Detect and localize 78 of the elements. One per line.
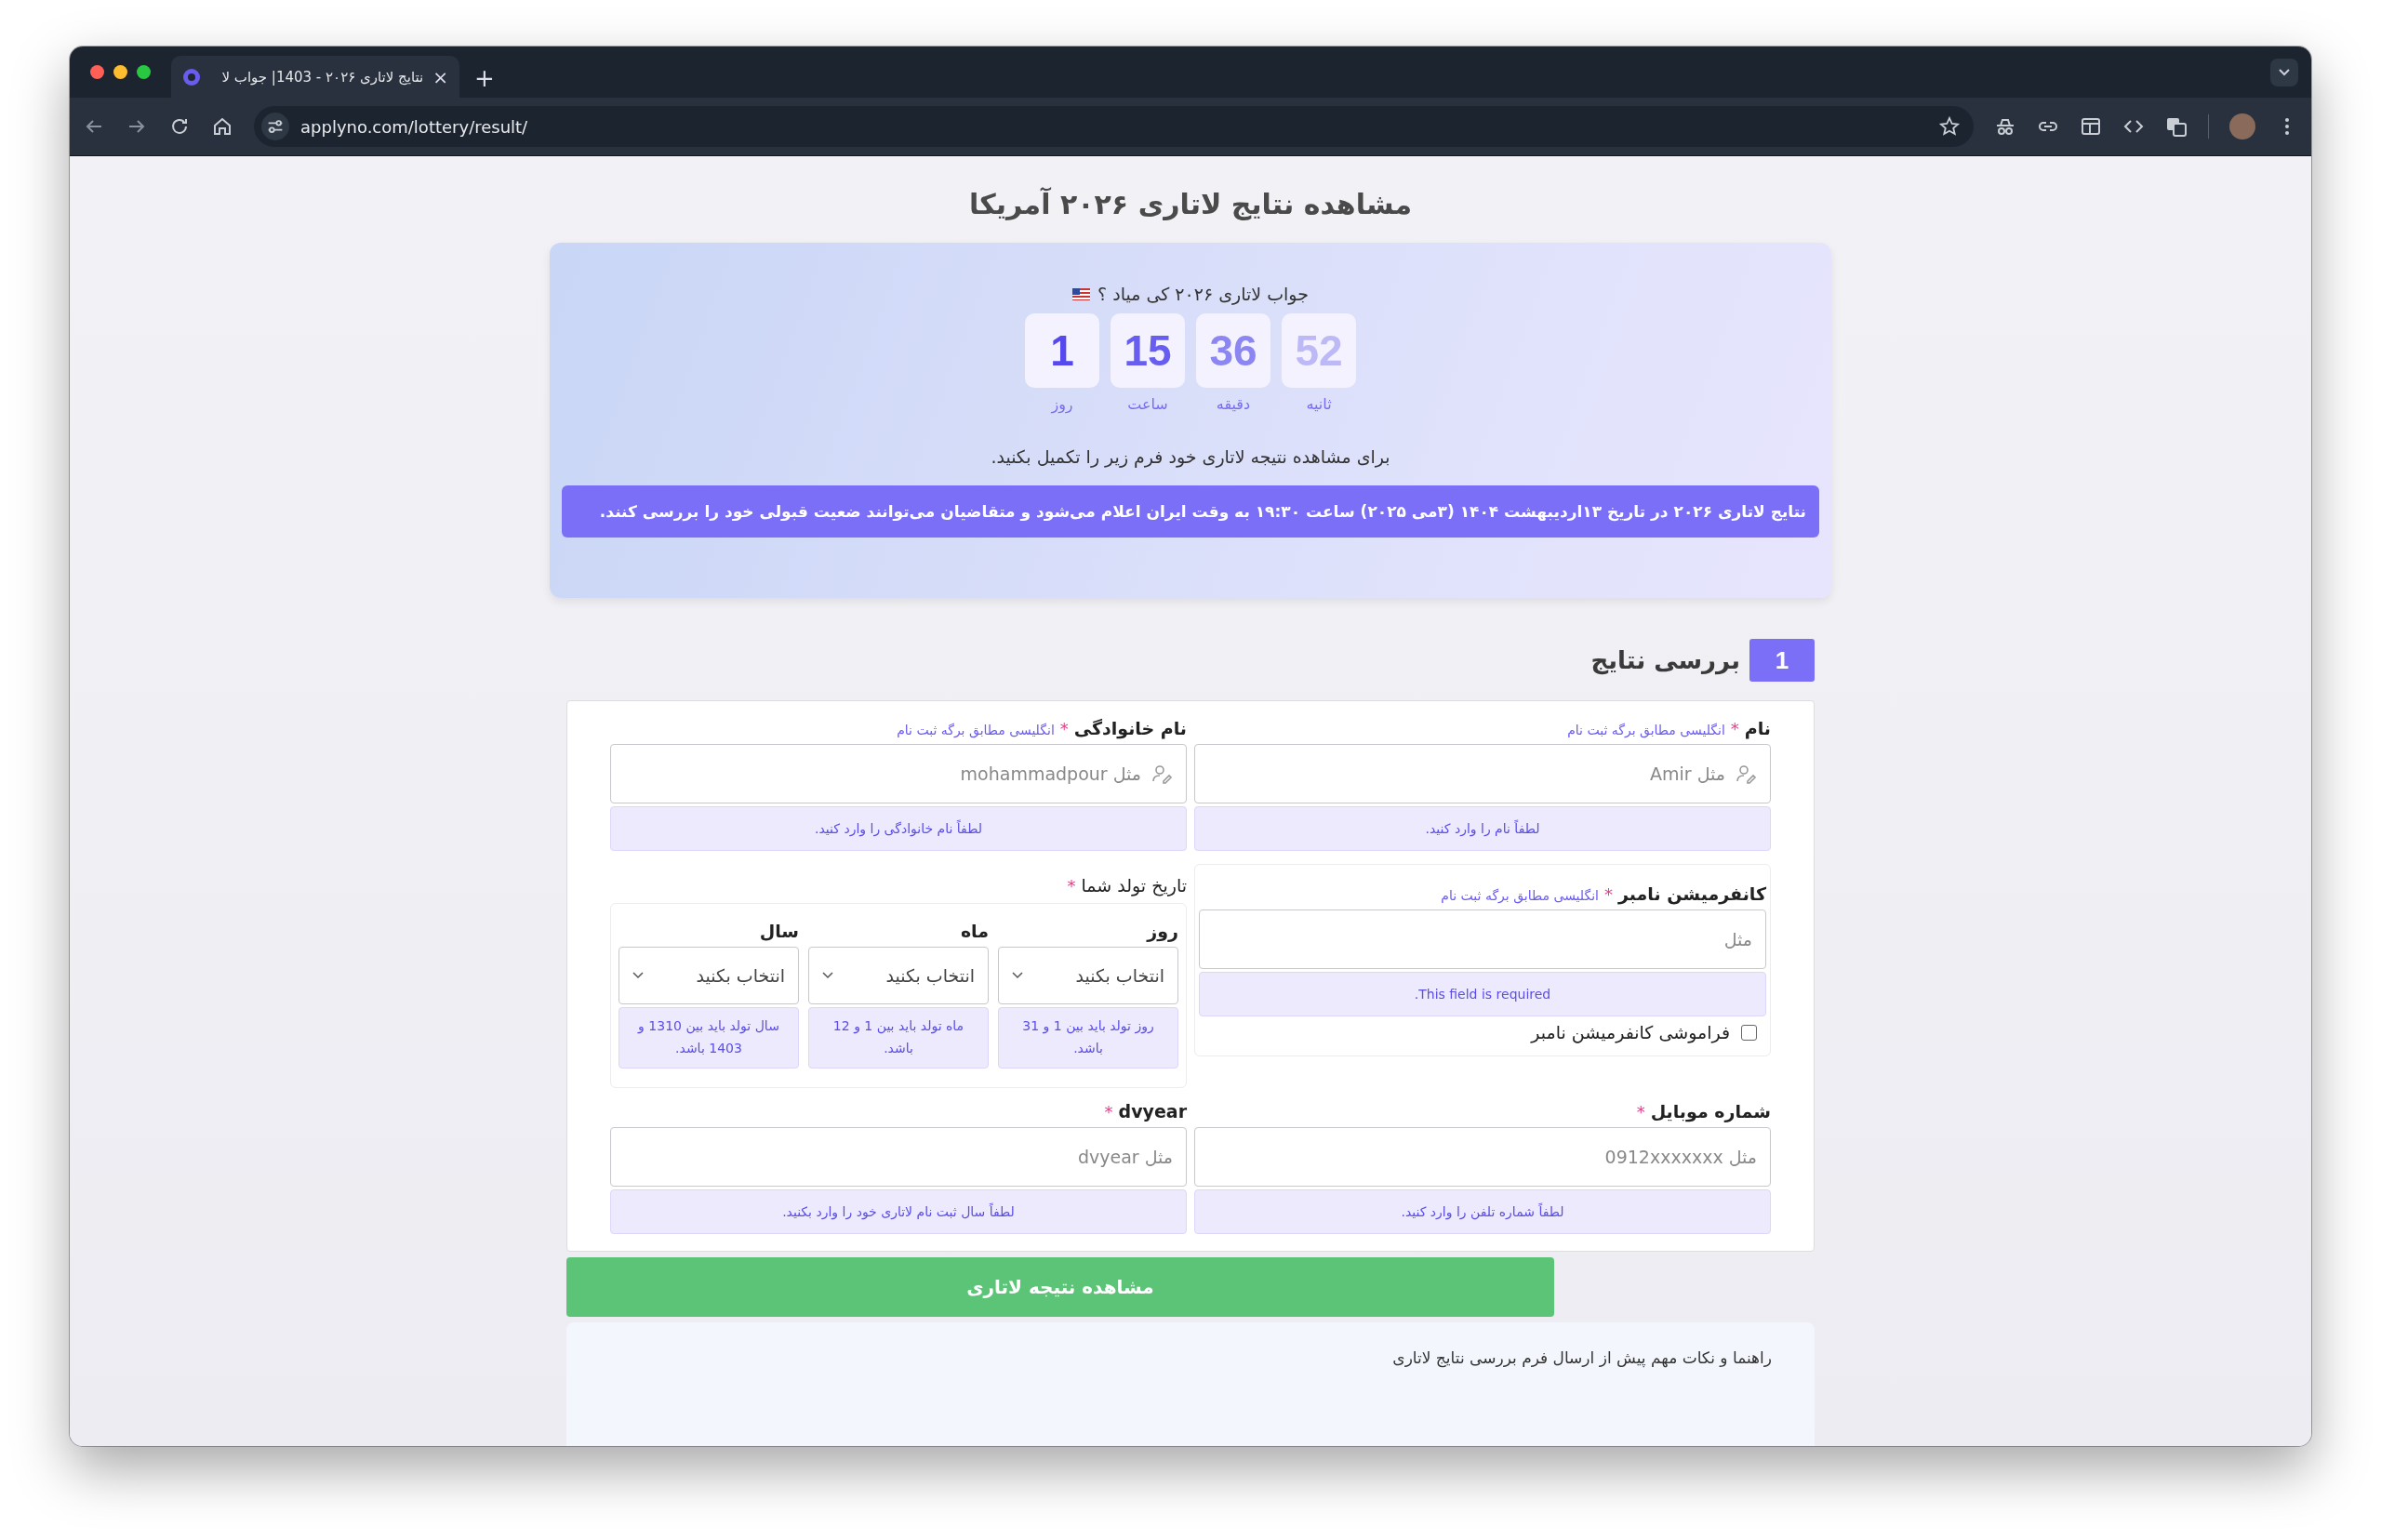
validation-message: لطفاً شماره تلفن را وارد کنید. [1194,1188,1771,1234]
home-icon[interactable] [211,115,233,138]
bookmark-star-icon[interactable] [1938,115,1961,138]
address-bar[interactable]: applyno.com/lottery/result/ [254,106,1974,147]
input-placeholder: مثل 0912xxxxxxx [1604,1146,1757,1167]
input-placeholder: مثل dvyear [1077,1146,1173,1167]
tab-search-button[interactable] [2270,58,2298,86]
field-label: روز [1145,921,1178,941]
user-edit-icon [1151,763,1173,785]
select-dropdown[interactable]: انتخاب بکنید [808,947,989,1004]
favicon-icon [182,67,201,86]
countdown-unit-label: ساعت [1127,395,1168,413]
user-edit-icon [1735,763,1757,785]
browser-tab[interactable]: نتایج لاتاری ۲۰۲۶ - 1403| جواب لا × [171,56,459,98]
validation-message: لطفاً سال ثبت نام لاتاری خود را وارد بکنید. [610,1188,1187,1234]
guide-title: راهنما و نکات مهم پیش از ارسال فرم بررسی نتایج لاتاری [1392,1348,1772,1367]
validation-message: This field is required. [1199,972,1766,1016]
validation-message: سال تولد باید بین 1310 و 1403 باشد. [619,1007,799,1069]
step-number: 1 [1749,639,1815,682]
tab-close-button[interactable]: × [432,67,448,86]
validation-message: روز تولد باید بین 1 و 31 باشد. [998,1007,1178,1069]
field-label: کانفرمیشن نامبر [1618,883,1766,904]
sidebar-icon[interactable] [2080,115,2102,138]
required-mark: * [1067,876,1076,896]
countdown-value: 15 [1111,313,1185,388]
text-input[interactable]: مثل Amir [1194,744,1771,803]
field-label: شماره موبایل [1650,1100,1771,1122]
section-title: بررسی نتایج [1590,646,1740,674]
countdown-unit-label: ثانیه [1306,395,1332,413]
close-window-button[interactable] [90,65,104,79]
text-input[interactable]: مثل mohammadpour [610,744,1187,803]
instruction-text: برای مشاهده نتیجه لاتاری خود فرم زیر را تکمیل بکنید. [991,446,1390,467]
select-dropdown[interactable]: انتخاب بکنید [619,947,799,1004]
field-hint: انگلیسی مطابق برگه ثبت نام [1441,888,1599,903]
countdown-unit-label: روز [1051,395,1073,413]
new-tab-button[interactable]: + [474,66,495,90]
field-hint: انگلیسی مطابق برگه ثبت نام [897,723,1055,737]
field-label: ماه [959,921,989,941]
required-mark: * [1059,719,1069,738]
notice-banner: نتایج لاتاری ۲۰۲۶ در تاریخ ۱۳اردیبهشت ۱۴۰۴ (۳می ۲۰۲۵) ساعت ۱۹:۳۰ به وقت ایران اعلام می‌شود و متقاضیان می‌توانند ضعیت قبولی خود را بررسی کنند. [562,485,1819,538]
checkbox-label: فراموشی کانفرمیشن نامبر [1531,1022,1730,1042]
countdown-value: 52 [1282,313,1356,388]
page-title: مشاهده نتایج لاتاری ۲۰۲۶ آمریکا [969,188,1413,220]
countdown-question: جواب لاتاری ۲۰۲۶ کی میاد ؟ [1097,284,1309,304]
url-text: applyno.com/lottery/result/ [300,116,528,137]
required-mark: * [1604,884,1613,904]
field-label: نام خانوادگی [1073,718,1187,738]
checkbox[interactable] [1741,1024,1757,1041]
chevron-down-icon [822,972,833,979]
validation-message: لطفاً نام خانوادگی را وارد کنید. [610,806,1187,851]
text-input[interactable]: مثل dvyear [610,1126,1187,1187]
flag-icon [1072,287,1091,300]
chevron-down-icon [1012,972,1023,979]
input-placeholder: مثل Amir [1650,763,1725,784]
required-mark: * [1730,719,1739,738]
field-hint: انگلیسی مطابق برگه ثبت نام [1567,723,1725,737]
zoom-window-button[interactable] [137,65,151,79]
field-label: dvyear [1118,1100,1187,1122]
required-mark: * [1636,1101,1645,1122]
required-mark: * [1104,1101,1113,1122]
text-input[interactable]: مثل 0912xxxxxxx [1194,1126,1771,1187]
input-placeholder: مثل [1723,929,1752,949]
field-label: نام [1744,718,1771,738]
validation-message: ماه تولد باید بین 1 و 12 باشد. [808,1007,989,1069]
countdown-unit-label: دقیقه [1216,395,1251,413]
validation-message: لطفاً نام را وارد کنید. [1194,806,1771,851]
site-settings-icon[interactable] [261,113,289,140]
minimize-window-button[interactable] [113,65,127,79]
field-label: تاریخ تولد شما [1081,875,1187,896]
profile-avatar[interactable] [2229,113,2255,139]
chevron-down-icon [632,972,644,979]
input-placeholder: مثل mohammadpour [960,763,1141,784]
text-input[interactable]: مثل [1199,909,1766,969]
countdown-value: 36 [1196,313,1270,388]
field-label: سال [758,921,799,941]
select-dropdown[interactable]: انتخاب بکنید [998,947,1178,1004]
countdown-value: 1 [1025,313,1099,388]
tab-title: نتایج لاتاری ۲۰۲۶ - 1403| جواب لا [220,68,424,86]
